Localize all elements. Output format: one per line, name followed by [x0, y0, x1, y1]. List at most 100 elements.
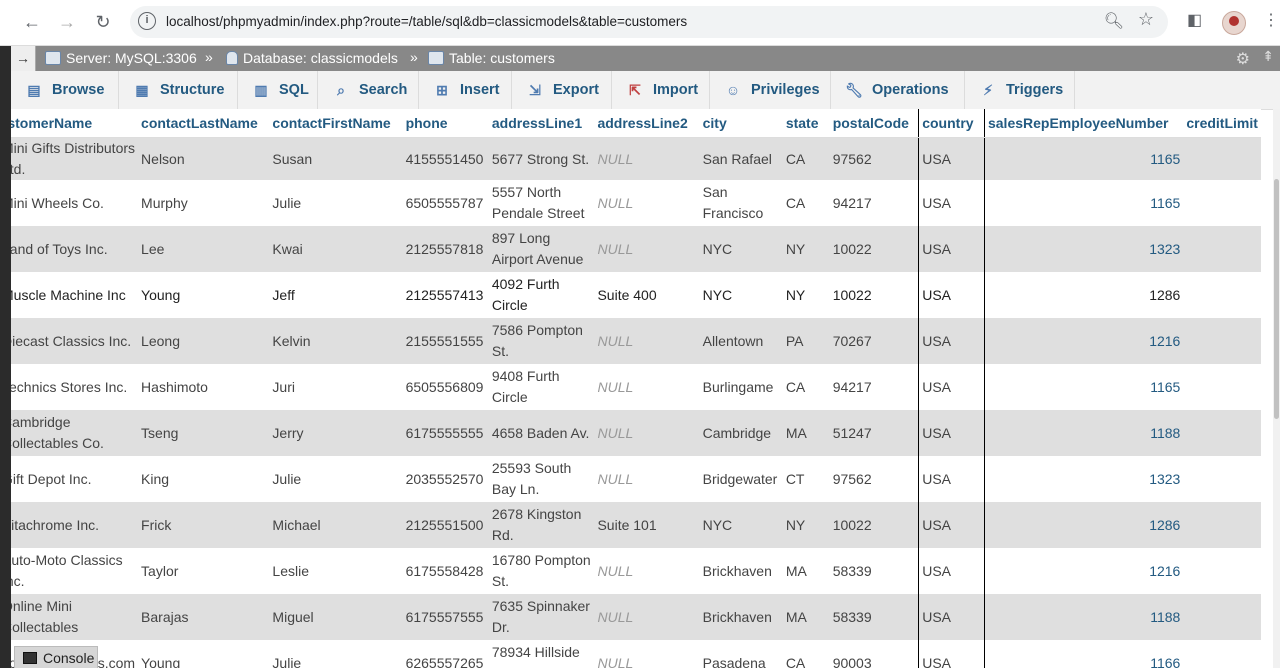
cell-phone[interactable]: 4155551450: [402, 137, 489, 180]
cell-contactFirstName[interactable]: Julie: [269, 456, 403, 502]
cell-addressLine2[interactable]: NULL: [594, 548, 700, 594]
cell-city[interactable]: Brickhaven: [699, 594, 783, 640]
column-header[interactable]: country: [918, 109, 985, 138]
column-header[interactable]: contactFirstName: [269, 109, 403, 138]
cell-addressLine1[interactable]: 78934 Hillside Dr.: [488, 640, 595, 668]
cell-phone[interactable]: 6505556809: [402, 364, 489, 410]
cell-country[interactable]: USA: [918, 456, 985, 502]
table-row[interactable]: Auto-Moto Classics Inc.TaylorLeslie61755…: [11, 548, 1261, 594]
cell-postalCode[interactable]: 94217: [829, 180, 919, 226]
cell-addressLine2[interactable]: NULL: [594, 180, 700, 226]
cell-customerName[interactable]: Mini Wheels Co.: [11, 180, 139, 226]
table-row[interactable]: Online Mini CollectablesBarajasMiguel617…: [11, 594, 1261, 640]
cell-city[interactable]: San Rafael: [699, 137, 783, 180]
cell-country[interactable]: USA: [918, 410, 985, 456]
cell-contactLastName[interactable]: King: [138, 456, 270, 502]
cell-addressLine1[interactable]: 7586 Pompton St.: [488, 318, 595, 364]
menu-kebab-icon[interactable]: ⋮: [1263, 10, 1279, 30]
cell-postalCode[interactable]: 58339: [829, 548, 919, 594]
cell-country[interactable]: USA: [918, 180, 985, 226]
cell-customerName[interactable]: Mini Gifts Distributors Ltd.: [11, 137, 139, 180]
cell-salesRepEmployeeNumber[interactable]: 1216: [983, 548, 1184, 594]
cell-customerName[interactable]: Cambridge Collectables Co.: [11, 410, 139, 456]
cell-addressLine1[interactable]: 5677 Strong St.: [488, 137, 595, 180]
cell-postalCode[interactable]: 97562: [829, 456, 919, 502]
address-bar[interactable]: i localhost/phpmyadmin/index.php?route=/…: [130, 6, 1168, 38]
cell-creditLimit[interactable]: [1183, 226, 1261, 272]
cell-contactFirstName[interactable]: Jerry: [269, 410, 403, 456]
cell-country[interactable]: USA: [918, 548, 985, 594]
tab-import[interactable]: ⇱ Import: [612, 71, 710, 109]
cell-phone[interactable]: 6175557555: [402, 594, 489, 640]
cell-salesRepEmployeeNumber[interactable]: 1286: [983, 502, 1184, 548]
cell-state[interactable]: CA: [782, 640, 830, 668]
cell-creditLimit[interactable]: [1183, 640, 1261, 668]
column-header[interactable]: salesRepEmployeeNumber: [983, 109, 1184, 138]
tab-privileges[interactable]: ☺ Privileges: [710, 71, 831, 109]
cell-contactLastName[interactable]: Frick: [138, 502, 270, 548]
column-header[interactable]: city: [699, 109, 783, 138]
cell-contactLastName[interactable]: Nelson: [138, 137, 270, 180]
cell-contactFirstName[interactable]: Jeff: [269, 272, 403, 318]
cell-phone[interactable]: 6175558428: [402, 548, 489, 594]
table-row[interactable]: Muscle Machine Inc Young Jeff 2125557413 409…: [11, 272, 1261, 318]
cell-state[interactable]: MA: [782, 594, 830, 640]
cell-contactLastName[interactable]: Taylor: [138, 548, 270, 594]
cell-phone[interactable]: 2035552570: [402, 456, 489, 502]
cell-contactLastName[interactable]: Lee: [138, 226, 270, 272]
cell-creditLimit[interactable]: [1183, 137, 1261, 180]
cell-phone[interactable]: 2125557413: [402, 272, 489, 318]
cell-creditLimit[interactable]: [1183, 180, 1261, 226]
cell-customerName[interactable]: Technics Stores Inc.: [11, 364, 139, 410]
column-header[interactable]: addressLine2: [594, 109, 700, 138]
settings-gear-icon[interactable]: ⚙: [1236, 49, 1250, 69]
cell-salesRepEmployeeNumber[interactable]: 1216: [983, 318, 1184, 364]
breadcrumb-server[interactable]: Server: MySQL:3306: [45, 50, 197, 66]
toggle-navigation-button[interactable]: →: [11, 46, 36, 71]
cell-phone[interactable]: 6175555555: [402, 410, 489, 456]
cell-city[interactable]: NYC: [699, 502, 783, 548]
breadcrumb-table[interactable]: Table: customers: [428, 50, 555, 66]
console-button[interactable]: Console: [14, 646, 98, 668]
bookmark-star-icon[interactable]: ☆: [1138, 9, 1154, 30]
cell-salesRepEmployeeNumber[interactable]: 1166: [983, 640, 1184, 668]
site-info-icon[interactable]: i: [138, 12, 156, 30]
side-panel-icon[interactable]: ◧: [1187, 10, 1202, 30]
zoom-icon[interactable]: 🔍︎: [1104, 11, 1124, 31]
tab-structure[interactable]: ▦ Structure: [119, 71, 238, 109]
cell-contactLastName[interactable]: Young: [138, 640, 270, 668]
cell-state[interactable]: NY: [782, 272, 830, 318]
cell-customerName[interactable]: Vitachrome Inc.: [11, 502, 139, 548]
cell-customerName[interactable]: Diecast Classics Inc.: [11, 318, 139, 364]
cell-salesRepEmployeeNumber[interactable]: 1165: [983, 180, 1184, 226]
cell-country[interactable]: USA: [918, 318, 985, 364]
cell-contactFirstName[interactable]: Susan: [269, 137, 403, 180]
column-header[interactable]: creditLimit: [1183, 109, 1261, 138]
reload-icon[interactable]: ↻: [91, 10, 115, 34]
cell-customerName[interactable]: Gift Depot Inc.: [11, 456, 139, 502]
table-row[interactable]: Mini Gifts Distributors Ltd.NelsonSusan4…: [11, 137, 1261, 180]
cell-state[interactable]: CA: [782, 364, 830, 410]
cell-customerName[interactable]: Auto-Moto Classics Inc.: [11, 548, 139, 594]
cell-country[interactable]: USA: [918, 226, 985, 272]
column-header[interactable]: customerName: [11, 109, 139, 138]
cell-contactLastName[interactable]: Young: [138, 272, 270, 318]
cell-city[interactable]: Bridgewater: [699, 456, 783, 502]
cell-postalCode[interactable]: 97562: [829, 137, 919, 180]
cell-city[interactable]: Allentown: [699, 318, 783, 364]
cell-state[interactable]: CA: [782, 180, 830, 226]
cell-addressLine2[interactable]: NULL: [594, 318, 700, 364]
tab-sql[interactable]: ▥ SQL: [238, 71, 318, 109]
cell-postalCode[interactable]: 10022: [829, 226, 919, 272]
cell-phone[interactable]: 6265557265: [402, 640, 489, 668]
cell-customerName[interactable]: Land of Toys Inc.: [11, 226, 139, 272]
cell-salesRepEmployeeNumber[interactable]: 1188: [983, 594, 1184, 640]
cell-state[interactable]: CT: [782, 456, 830, 502]
cell-salesRepEmployeeNumber[interactable]: 1165: [983, 364, 1184, 410]
cell-contactFirstName[interactable]: Kelvin: [269, 318, 403, 364]
cell-phone[interactable]: 2125557818: [402, 226, 489, 272]
cell-addressLine2[interactable]: NULL: [594, 594, 700, 640]
column-header[interactable]: contactLastName: [138, 109, 270, 138]
table-row[interactable]: Cambridge Collectables Co.TsengJerry6175…: [11, 410, 1261, 456]
cell-phone[interactable]: 6505555787: [402, 180, 489, 226]
